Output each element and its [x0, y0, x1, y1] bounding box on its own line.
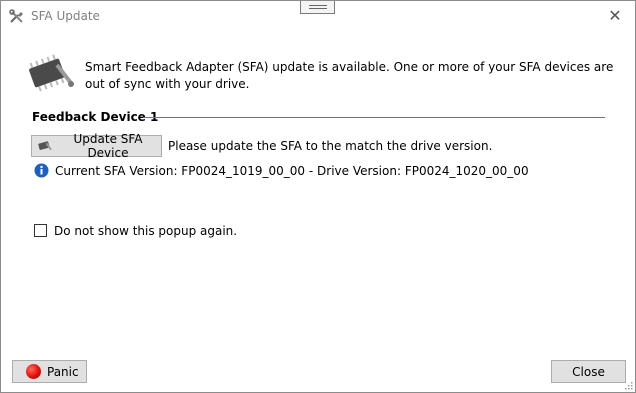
- update-note: Please update the SFA to the match the d…: [168, 139, 493, 153]
- panic-label: Panic: [47, 364, 79, 379]
- red-circle-icon: [26, 364, 41, 379]
- version-info: Current SFA Version: FP0024_1019_00_00 -…: [55, 164, 529, 178]
- wrench-screwdriver-icon: [9, 9, 23, 23]
- close-icon[interactable]: ✕: [605, 6, 625, 26]
- chip-with-tools-icon: [29, 54, 74, 92]
- title-bar[interactable]: SFA Update ✕: [1, 1, 635, 31]
- update-available-message: Smart Feedback Adapter (SFA) update is a…: [85, 60, 614, 91]
- drag-grip[interactable]: [300, 1, 335, 14]
- update-sfa-device-button[interactable]: Update SFA Device: [31, 132, 162, 160]
- group-divider: [143, 117, 605, 118]
- info-icon: [34, 163, 49, 178]
- dont-show-label[interactable]: Do not show this popup again.: [54, 224, 237, 238]
- chip-icon: [38, 141, 52, 151]
- feedback-device-label: Feedback Device 1: [32, 110, 159, 124]
- dont-show-checkbox[interactable]: [34, 224, 47, 237]
- panic-button[interactable]: Panic: [12, 360, 87, 383]
- sfa-update-dialog: SFA Update ✕ Smart Feedback Adapter (SFA…: [0, 0, 636, 393]
- close-button[interactable]: Close: [551, 360, 626, 383]
- window-title: SFA Update: [31, 9, 100, 23]
- resize-grip-icon[interactable]: [623, 380, 633, 390]
- update-sfa-device-label: Update SFA Device: [73, 132, 143, 160]
